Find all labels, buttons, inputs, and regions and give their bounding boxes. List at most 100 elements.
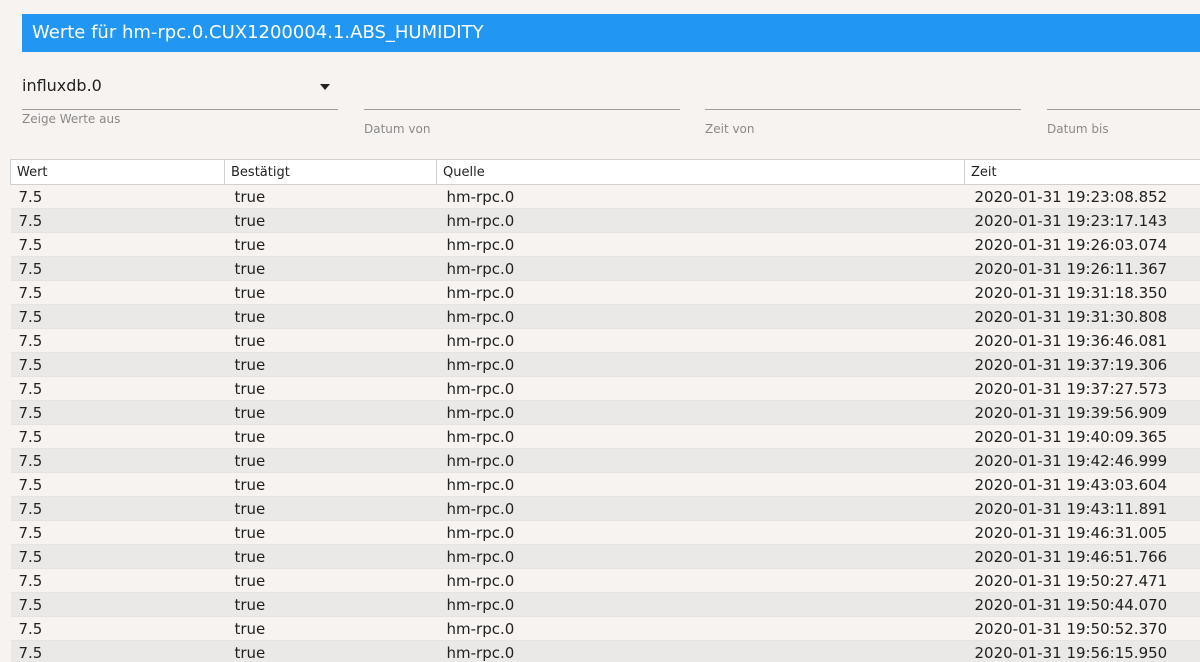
cell-bestaetigt: true [224,400,437,425]
table-row[interactable]: 7.5 true hm-rpc.0 2020-01-31 19:40:09.365 [10,424,1200,449]
cell-bestaetigt: true [224,592,437,617]
cell-quelle: hm-rpc.0 [436,424,965,449]
dialog-title: Werte für hm-rpc.0.CUX1200004.1.ABS_HUMI… [22,14,1200,52]
table-row[interactable]: 7.5 true hm-rpc.0 2020-01-31 19:39:56.909 [10,400,1200,425]
cell-bestaetigt: true [224,184,437,209]
column-header-bestaetigt[interactable]: Bestätigt [224,159,437,185]
table-row[interactable]: 7.5 true hm-rpc.0 2020-01-31 19:42:46.999 [10,448,1200,473]
cell-zeit: 2020-01-31 19:50:44.070 [964,592,1200,617]
table-row[interactable]: 7.5 true hm-rpc.0 2020-01-31 19:46:31.005 [10,520,1200,545]
table-row[interactable]: 7.5 true hm-rpc.0 2020-01-31 19:31:18.350 [10,280,1200,305]
cell-wert: 7.5 [10,280,225,305]
cell-wert: 7.5 [10,424,225,449]
date-to-input[interactable]: Datum bis [1047,60,1200,155]
cell-quelle: hm-rpc.0 [436,616,965,641]
cell-zeit: 2020-01-31 19:43:03.604 [964,472,1200,497]
date-from-input[interactable]: Datum von [364,60,680,155]
time-from-input[interactable]: Zeit von [705,60,1021,155]
date-to-label: Datum bis [1047,122,1109,136]
table-row[interactable]: 7.5 true hm-rpc.0 2020-01-31 19:26:03.074 [10,232,1200,257]
cell-zeit: 2020-01-31 19:23:08.852 [964,184,1200,209]
cell-quelle: hm-rpc.0 [436,280,965,305]
cell-wert: 7.5 [10,256,225,281]
cell-bestaetigt: true [224,544,437,569]
cell-zeit: 2020-01-31 19:39:56.909 [964,400,1200,425]
table-row[interactable]: 7.5 true hm-rpc.0 2020-01-31 19:31:30.808 [10,304,1200,329]
cell-wert: 7.5 [10,520,225,545]
cell-bestaetigt: true [224,472,437,497]
table-row[interactable]: 7.5 true hm-rpc.0 2020-01-31 19:46:51.766 [10,544,1200,569]
table-body: 7.5 true hm-rpc.0 2020-01-31 19:23:08.852 7.… [10,184,1200,662]
table-row[interactable]: 7.5 true hm-rpc.0 2020-01-31 19:50:44.070 [10,592,1200,617]
table-row[interactable]: 7.5 true hm-rpc.0 2020-01-31 19:43:03.604 [10,472,1200,497]
cell-wert: 7.5 [10,328,225,353]
cell-wert: 7.5 [10,184,225,209]
cell-zeit: 2020-01-31 19:46:51.766 [964,544,1200,569]
table-row[interactable]: 7.5 true hm-rpc.0 2020-01-31 19:36:46.081 [10,328,1200,353]
table-row[interactable]: 7.5 true hm-rpc.0 2020-01-31 19:37:27.573 [10,376,1200,401]
cell-quelle: hm-rpc.0 [436,520,965,545]
cell-wert: 7.5 [10,568,225,593]
cell-wert: 7.5 [10,376,225,401]
cell-quelle: hm-rpc.0 [436,184,965,209]
cell-wert: 7.5 [10,592,225,617]
cell-bestaetigt: true [224,424,437,449]
cell-zeit: 2020-01-31 19:56:15.950 [964,640,1200,662]
cell-bestaetigt: true [224,208,437,233]
table-row[interactable]: 7.5 true hm-rpc.0 2020-01-31 19:56:15.950 [10,640,1200,662]
history-table[interactable]: Wert Bestätigt Quelle Zeit 7.5 true hm-rpc… [10,159,1200,662]
source-select-underline [22,109,338,110]
cell-zeit: 2020-01-31 19:26:11.367 [964,256,1200,281]
cell-zeit: 2020-01-31 19:42:46.999 [964,448,1200,473]
table-header-row: Wert Bestätigt Quelle Zeit [10,159,1200,185]
cell-zeit: 2020-01-31 19:26:03.074 [964,232,1200,257]
table-row[interactable]: 7.5 true hm-rpc.0 2020-01-31 19:43:11.891 [10,496,1200,521]
cell-zeit: 2020-01-31 19:31:18.350 [964,280,1200,305]
date-to-underline [1047,109,1200,110]
date-from-label: Datum von [364,122,431,136]
cell-quelle: hm-rpc.0 [436,496,965,521]
time-from-label: Zeit von [705,122,755,136]
cell-quelle: hm-rpc.0 [436,304,965,329]
cell-wert: 7.5 [10,496,225,521]
cell-quelle: hm-rpc.0 [436,448,965,473]
cell-zeit: 2020-01-31 19:40:09.365 [964,424,1200,449]
cell-wert: 7.5 [10,208,225,233]
table-row[interactable]: 7.5 true hm-rpc.0 2020-01-31 19:26:11.367 [10,256,1200,281]
cell-zeit: 2020-01-31 19:50:27.471 [964,568,1200,593]
cell-wert: 7.5 [10,640,225,662]
column-header-wert[interactable]: Wert [10,159,225,185]
table-row[interactable]: 7.5 true hm-rpc.0 2020-01-31 19:23:08.852 [10,184,1200,209]
cell-bestaetigt: true [224,328,437,353]
date-from-underline [364,109,680,110]
column-header-quelle[interactable]: Quelle [436,159,965,185]
cell-quelle: hm-rpc.0 [436,208,965,233]
cell-bestaetigt: true [224,448,437,473]
cell-zeit: 2020-01-31 19:37:27.573 [964,376,1200,401]
cell-quelle: hm-rpc.0 [436,352,965,377]
chevron-down-icon[interactable] [320,84,330,90]
cell-quelle: hm-rpc.0 [436,256,965,281]
cell-wert: 7.5 [10,304,225,329]
filter-bar: influxdb.0 Zeige Werte aus Datum von Zei… [0,60,1200,155]
cell-quelle: hm-rpc.0 [436,472,965,497]
table-row[interactable]: 7.5 true hm-rpc.0 2020-01-31 19:50:52.370 [10,616,1200,641]
history-window: Werte für hm-rpc.0.CUX1200004.1.ABS_HUMI… [0,0,1200,662]
cell-wert: 7.5 [10,472,225,497]
cell-quelle: hm-rpc.0 [436,640,965,662]
cell-zeit: 2020-01-31 19:23:17.143 [964,208,1200,233]
cell-bestaetigt: true [224,568,437,593]
time-from-underline [705,109,1021,110]
cell-bestaetigt: true [224,304,437,329]
cell-wert: 7.5 [10,616,225,641]
table-row[interactable]: 7.5 true hm-rpc.0 2020-01-31 19:23:17.143 [10,208,1200,233]
cell-bestaetigt: true [224,640,437,662]
cell-wert: 7.5 [10,448,225,473]
table-row[interactable]: 7.5 true hm-rpc.0 2020-01-31 19:37:19.306 [10,352,1200,377]
source-select[interactable]: influxdb.0 Zeige Werte aus [22,60,338,155]
source-select-label: Zeige Werte aus [22,112,121,126]
cell-wert: 7.5 [10,232,225,257]
column-header-zeit[interactable]: Zeit [964,159,1200,185]
cell-bestaetigt: true [224,520,437,545]
table-row[interactable]: 7.5 true hm-rpc.0 2020-01-31 19:50:27.471 [10,568,1200,593]
